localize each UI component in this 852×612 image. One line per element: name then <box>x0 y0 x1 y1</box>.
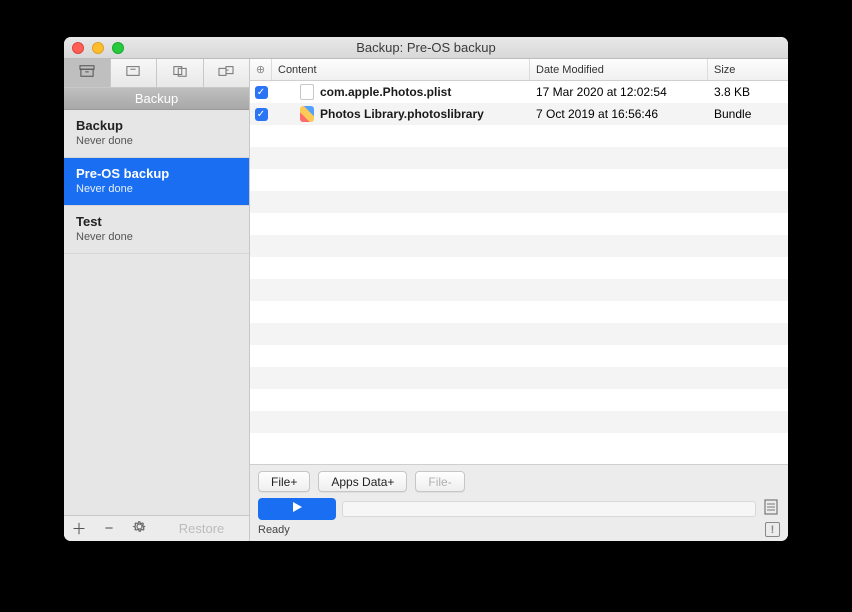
column-size[interactable]: Size <box>708 59 788 80</box>
backup-item-status: Never done <box>76 183 237 195</box>
table-header: ⊕ Content Date Modified Size <box>250 59 788 81</box>
run-backup-button[interactable] <box>258 498 336 520</box>
backup-item[interactable]: Test Never done <box>64 206 249 254</box>
archive-box-icon <box>78 64 96 83</box>
backup-item-name: Pre-OS backup <box>76 166 237 181</box>
backup-item-name: Test <box>76 214 237 229</box>
main-panel: ⊕ Content Date Modified Size ✓ com.apple… <box>250 59 788 541</box>
file-name: com.apple.Photos.plist <box>320 85 451 99</box>
photos-library-icon <box>300 106 314 122</box>
sidebar-tabs <box>64 59 249 88</box>
tab-backup-plan[interactable] <box>64 59 111 87</box>
file-size: Bundle <box>708 107 788 121</box>
row-checkbox[interactable]: ✓ <box>255 86 268 99</box>
row-checkbox[interactable]: ✓ <box>255 108 268 121</box>
restore-button[interactable]: Restore <box>154 521 249 536</box>
backup-item-status: Never done <box>76 231 237 243</box>
sidebar-section-header: Backup <box>64 88 249 110</box>
column-date[interactable]: Date Modified <box>530 59 708 80</box>
file-name: Photos Library.photoslibrary <box>320 107 484 121</box>
file-icon <box>300 84 314 100</box>
file-date: 7 Oct 2019 at 16:56:46 <box>530 107 708 121</box>
backup-item-status: Never done <box>76 135 237 147</box>
gear-icon <box>132 519 147 538</box>
backup-item[interactable]: Pre-OS backup Never done <box>64 158 249 206</box>
file-size: 3.8 KB <box>708 85 788 99</box>
file-add-button[interactable]: File+ <box>258 471 310 492</box>
backup-item-name: Backup <box>76 118 237 133</box>
window-zoom-button[interactable] <box>112 42 124 54</box>
app-window: Backup: Pre-OS backup <box>64 37 788 541</box>
tab-sync[interactable] <box>204 59 250 87</box>
backup-item[interactable]: Backup Never done <box>64 110 249 158</box>
titlebar[interactable]: Backup: Pre-OS backup <box>64 37 788 59</box>
settings-button[interactable] <box>124 516 154 542</box>
window-minimize-button[interactable] <box>92 42 104 54</box>
apps-data-add-button[interactable]: Apps Data+ <box>318 471 407 492</box>
window-close-button[interactable] <box>72 42 84 54</box>
tab-archive[interactable] <box>111 59 158 87</box>
backup-list: Backup Never done Pre-OS backup Never do… <box>64 110 249 515</box>
circle-plus-icon: ⊕ <box>256 63 265 76</box>
window-title: Backup: Pre-OS backup <box>64 40 788 55</box>
document-lines-icon <box>764 499 778 520</box>
column-content[interactable]: Content <box>272 59 530 80</box>
remove-backup-button[interactable]: − <box>94 516 124 542</box>
file-remove-button[interactable]: File- <box>415 471 464 492</box>
box-icon <box>124 64 142 83</box>
progress-bar <box>342 501 756 517</box>
sidebar: Backup Backup Never done Pre-OS backup N… <box>64 59 250 541</box>
file-table[interactable]: ✓ com.apple.Photos.plist 17 Mar 2020 at … <box>250 81 788 464</box>
plus-icon: ＋ <box>71 518 86 539</box>
log-button[interactable] <box>762 500 780 518</box>
minus-icon: − <box>105 520 114 537</box>
sync-squares-icon <box>217 64 235 83</box>
table-row[interactable]: ✓ Photos Library.photoslibrary 7 Oct 201… <box>250 103 788 125</box>
sidebar-footer: ＋ − Restore <box>64 515 249 541</box>
alert-button[interactable]: ! <box>765 522 780 537</box>
tab-overlap[interactable] <box>157 59 204 87</box>
column-check[interactable]: ⊕ <box>250 59 272 80</box>
bottom-bar: File+ Apps Data+ File- Ready ! <box>250 464 788 541</box>
status-text: Ready <box>258 524 290 536</box>
add-backup-button[interactable]: ＋ <box>64 516 94 542</box>
alert-icon: ! <box>771 524 775 536</box>
overlap-squares-icon <box>171 64 189 83</box>
table-row[interactable]: ✓ com.apple.Photos.plist 17 Mar 2020 at … <box>250 81 788 103</box>
play-icon <box>291 500 303 518</box>
file-date: 17 Mar 2020 at 12:02:54 <box>530 85 708 99</box>
